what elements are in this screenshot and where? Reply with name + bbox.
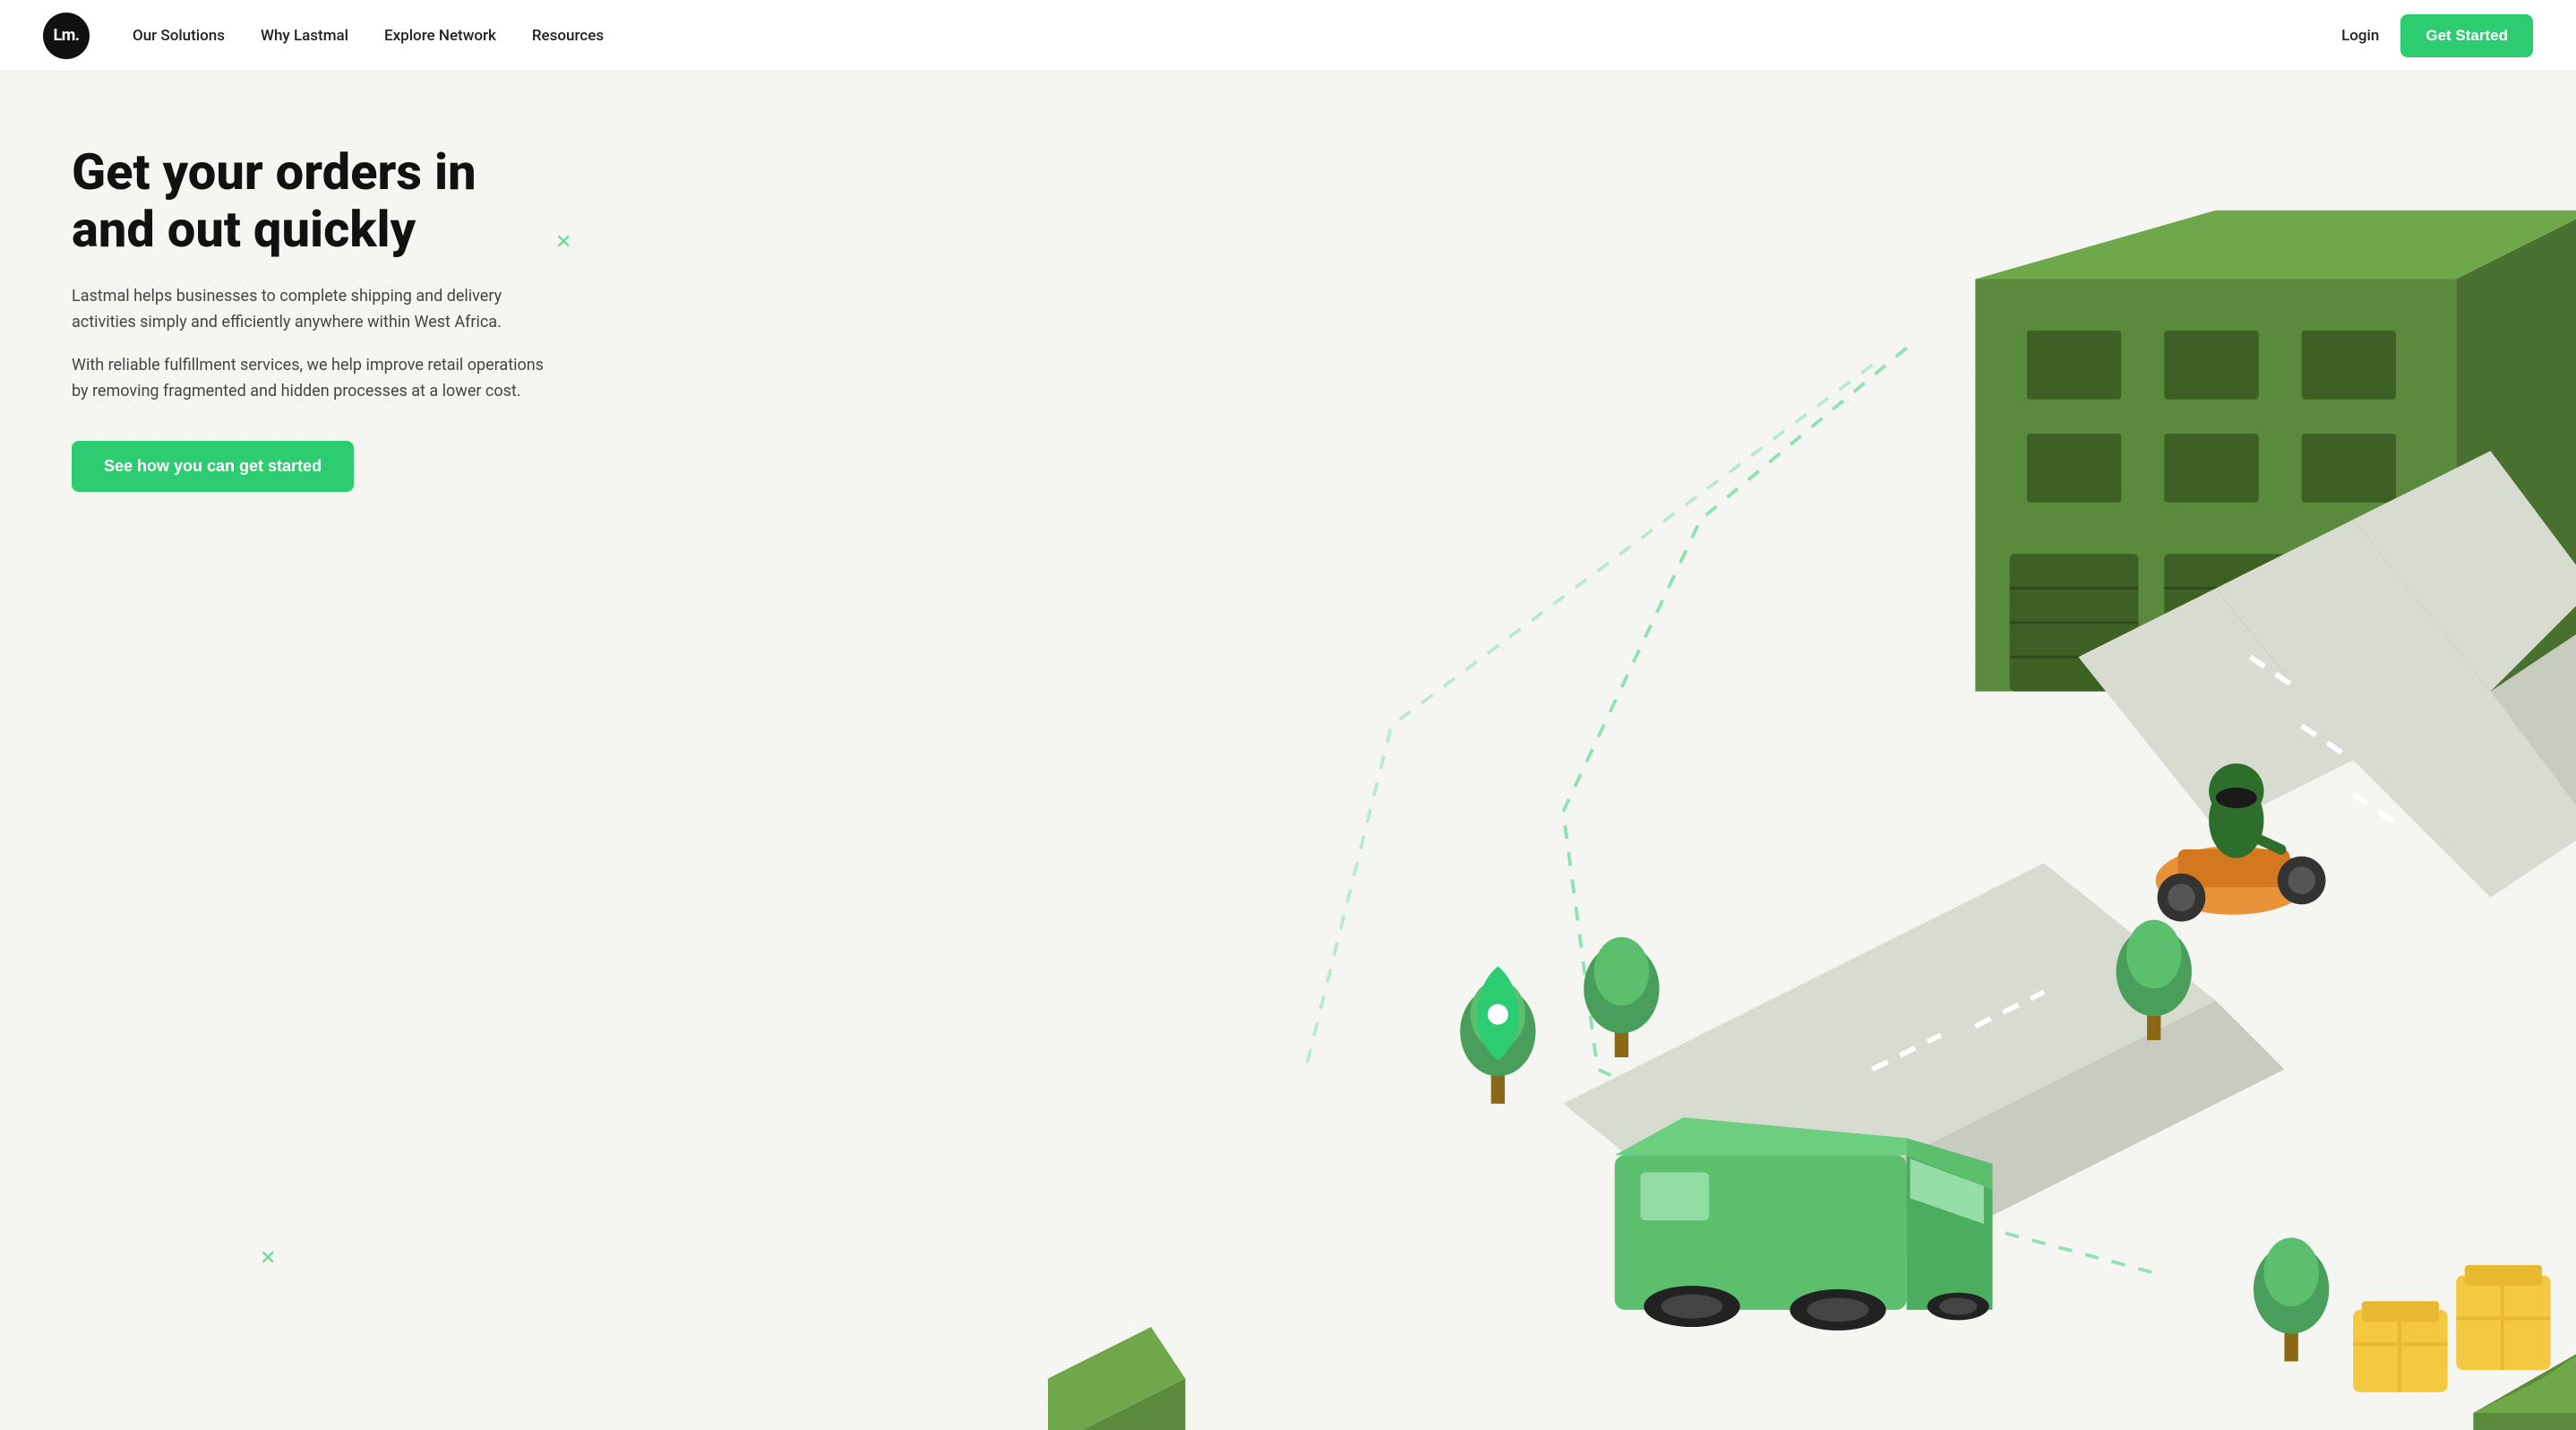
hero-description-2: With reliable fulfillment services, we h… bbox=[72, 353, 555, 405]
nav-our-solutions[interactable]: Our Solutions bbox=[133, 27, 225, 45]
nav-links: Our Solutions Why Lastmal Explore Networ… bbox=[133, 27, 2341, 45]
cross-decoration-3: ✕ bbox=[260, 1249, 276, 1269]
nav-why-lastmal[interactable]: Why Lastmal bbox=[261, 27, 348, 45]
hero-section: ✕ ✕ ✕ Get your orders in and out quickly… bbox=[0, 72, 2576, 1430]
scene-svg bbox=[1048, 108, 2576, 1430]
logo[interactable]: Lm. bbox=[43, 13, 90, 59]
hero-title: Get your orders in and out quickly bbox=[72, 143, 555, 259]
hero-description-1: Lastmal helps businesses to complete shi… bbox=[72, 284, 555, 336]
hero-illustration bbox=[1030, 72, 2576, 1430]
hero-cta-button[interactable]: See how you can get started bbox=[72, 441, 354, 492]
cross-decoration-2: ✕ bbox=[2327, 547, 2343, 566]
logo-text: Lm. bbox=[53, 26, 79, 45]
nav-right: Login Get Started bbox=[2341, 14, 2533, 57]
nav-resources[interactable]: Resources bbox=[532, 27, 604, 45]
navigation: Lm. Our Solutions Why Lastmal Explore Ne… bbox=[0, 0, 2576, 72]
nav-explore-network[interactable]: Explore Network bbox=[384, 27, 496, 45]
login-link[interactable]: Login bbox=[2341, 27, 2379, 45]
hero-content: Get your orders in and out quickly Lastm… bbox=[0, 72, 627, 492]
get-started-nav-button[interactable]: Get Started bbox=[2400, 14, 2533, 57]
